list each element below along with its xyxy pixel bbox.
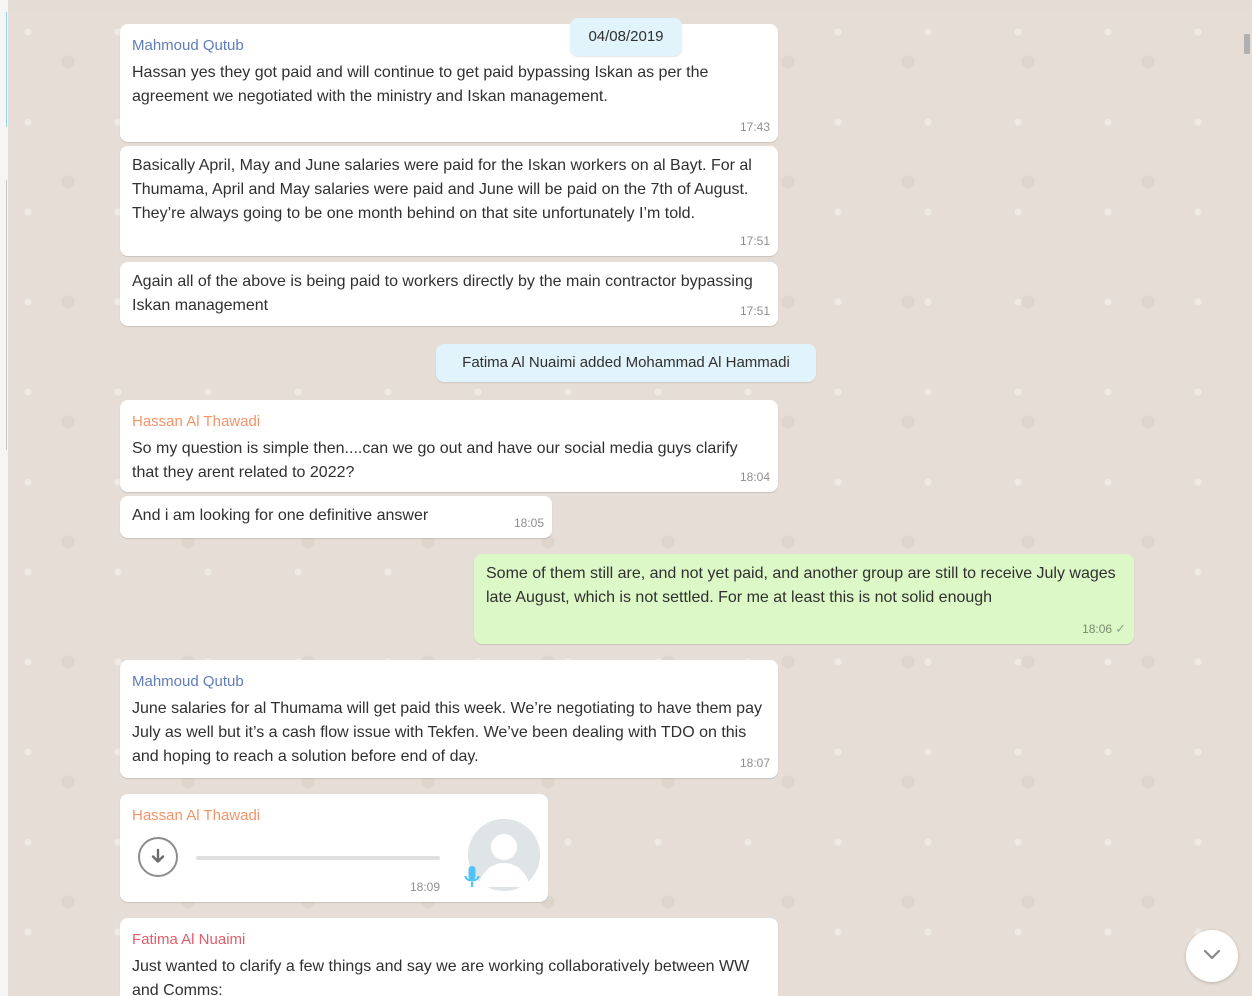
message-text: So my question is simple then....can we … bbox=[132, 440, 738, 481]
message-bubble-8[interactable]: Mahmoud Qutub June salaries for al Thuma… bbox=[120, 660, 778, 778]
message-time: 18:07 bbox=[739, 756, 770, 770]
focus-line bbox=[6, 12, 7, 127]
scrollbar-thumb[interactable] bbox=[1244, 34, 1250, 54]
voice-message-bubble[interactable]: Hassan Al Thawadi 18:09 bbox=[120, 794, 548, 902]
message-bubble-10[interactable]: Fatima Al Nuaimi Just wanted to clarify … bbox=[120, 918, 778, 996]
message-text: Hassan yes they got paid and will contin… bbox=[132, 64, 709, 105]
message-time: 17:51 bbox=[739, 304, 770, 318]
message-bubble-2[interactable]: Basically April, May and June salaries w… bbox=[120, 146, 778, 256]
message-time: 18:06 bbox=[1082, 622, 1113, 636]
message-bubble-6[interactable]: And i am looking for one definitive answ… bbox=[120, 496, 552, 538]
message-time: 17:51 bbox=[739, 234, 770, 248]
message-bubble-3[interactable]: Again all of the above is being paid to … bbox=[120, 262, 778, 326]
microphone-icon bbox=[464, 866, 480, 887]
voice-progress-track[interactable] bbox=[196, 856, 440, 860]
message-text: Some of them still are, and not yet paid… bbox=[486, 565, 1116, 606]
message-status: 18:06 ✓ bbox=[1082, 617, 1126, 641]
left-edge bbox=[0, 0, 8, 996]
system-message: Fatima Al Nuaimi added Mohammad Al Hamma… bbox=[436, 344, 816, 382]
message-bubble-5[interactable]: Hassan Al Thawadi So my question is simp… bbox=[120, 400, 778, 492]
message-time: 17:43 bbox=[739, 120, 770, 134]
scroll-down-button[interactable] bbox=[1186, 930, 1238, 982]
sender-name[interactable]: Fatima Al Nuaimi bbox=[132, 930, 766, 950]
divider-line bbox=[6, 180, 7, 450]
message-text: Basically April, May and June salaries w… bbox=[132, 157, 752, 222]
message-text: June salaries for al Thumama will get pa… bbox=[132, 700, 762, 765]
message-time: 18:09 bbox=[409, 880, 440, 894]
message-text: Just wanted to clarify a few things and … bbox=[132, 958, 750, 996]
download-icon[interactable] bbox=[138, 837, 178, 877]
message-text: Again all of the above is being paid to … bbox=[132, 273, 753, 314]
voice-player bbox=[132, 819, 540, 903]
message-time: 18:04 bbox=[739, 470, 770, 484]
chevron-down-icon bbox=[1203, 949, 1221, 960]
message-time: 18:05 bbox=[513, 516, 544, 530]
sender-name[interactable]: Mahmoud Qutub bbox=[132, 672, 766, 692]
outgoing-message-bubble[interactable]: Some of them still are, and not yet paid… bbox=[474, 554, 1134, 644]
sender-name[interactable]: Hassan Al Thawadi bbox=[132, 806, 536, 826]
date-badge: 04/08/2019 bbox=[570, 18, 682, 56]
message-text: And i am looking for one definitive answ… bbox=[132, 507, 429, 524]
sender-name[interactable]: Hassan Al Thawadi bbox=[132, 412, 766, 432]
single-check-icon: ✓ bbox=[1115, 621, 1126, 636]
